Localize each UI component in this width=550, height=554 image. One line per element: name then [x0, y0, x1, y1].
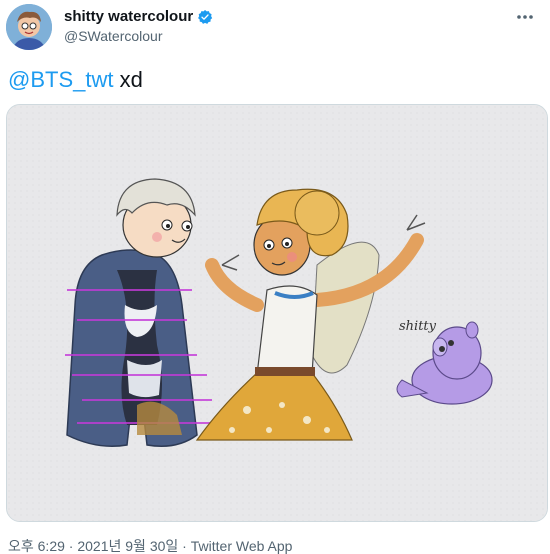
- user-info: shitty watercolour @SWatercolour: [64, 8, 213, 44]
- more-options-button[interactable]: [514, 6, 536, 28]
- tweet-text-body: xd: [113, 67, 143, 92]
- tweet-metadata: 오후 6:29 · 2021년 9월 30일 · Twitter Web App: [8, 536, 292, 554]
- display-name-row[interactable]: shitty watercolour: [64, 8, 213, 26]
- tweet-text: @BTS_twt xd: [8, 66, 143, 94]
- artist-signature: shitty: [399, 319, 437, 334]
- watercolour-illustration: shitty: [7, 105, 547, 521]
- user-handle[interactable]: @SWatercolour: [64, 28, 213, 44]
- avatar-illustration: [6, 4, 52, 50]
- tweet-date[interactable]: 2021년 9월 30일: [77, 538, 178, 554]
- tweet-image[interactable]: shitty: [6, 104, 548, 522]
- avatar[interactable]: [6, 4, 52, 50]
- source-app-link[interactable]: Twitter Web App: [191, 538, 293, 554]
- more-horizontal-icon: [517, 15, 533, 19]
- tweet-time[interactable]: 오후 6:29: [8, 538, 65, 554]
- meta-separator: ·: [178, 538, 191, 554]
- meta-separator: ·: [64, 538, 78, 554]
- display-name[interactable]: shitty watercolour: [64, 8, 193, 26]
- mention-link[interactable]: @BTS_twt: [8, 67, 113, 92]
- verified-badge-icon: [198, 10, 213, 24]
